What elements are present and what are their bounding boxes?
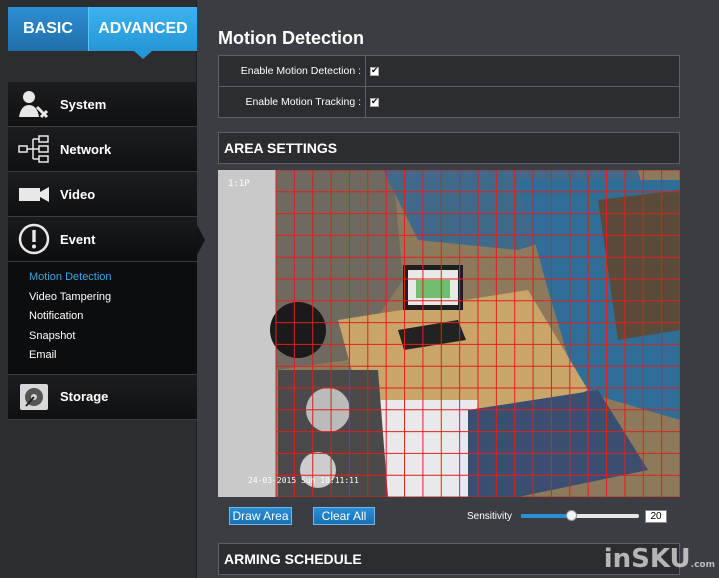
network-icon [8, 127, 60, 172]
submenu-snapshot[interactable]: Snapshot [8, 327, 197, 347]
sensitivity-value[interactable]: 20 [645, 510, 667, 523]
sidebar-item-storage[interactable]: Storage [8, 374, 197, 420]
enable-motion-cell [365, 55, 680, 87]
sidebar-item-video[interactable]: Video [8, 172, 197, 217]
sidebar-item-label: Video [60, 186, 96, 202]
sidebar-item-label: System [60, 96, 107, 112]
submenu-notification[interactable]: Notification [8, 307, 197, 327]
area-controls: Draw Area Clear All Sensitivity 20 [218, 506, 680, 526]
enable-tracking-label: Enable Motion Tracking : [218, 86, 366, 118]
sidebar-item-network[interactable]: Network [8, 127, 197, 172]
camera-osd-label: 1:1P [228, 179, 250, 189]
watermark-text: inSKU [603, 544, 691, 574]
sidebar-item-event[interactable]: Event [8, 217, 205, 262]
motion-area-grid [275, 170, 680, 497]
option-row: Enable Motion Tracking : [218, 86, 680, 118]
mode-tabs: BASIC ADVANCED [8, 7, 197, 59]
submenu-video-tampering[interactable]: Video Tampering [8, 288, 197, 308]
system-icon [8, 82, 60, 127]
watermark-logo: inSKU.com [604, 544, 715, 574]
enable-tracking-checkbox[interactable] [370, 96, 379, 107]
submenu-motion-detection[interactable]: Motion Detection [8, 268, 197, 288]
slider-fill [521, 514, 571, 518]
sidebar-item-label: Event [60, 231, 96, 247]
sidebar: BASIC ADVANCED System Network Video Even… [0, 0, 205, 578]
option-row: Enable Motion Detection : [218, 55, 680, 87]
event-submenu: Motion Detection Video Tampering Notific… [8, 262, 197, 375]
camera-view-motion-grid[interactable]: 1:1P 24-03-2015 Sun 10:11:11 [218, 170, 680, 497]
clear-all-button[interactable]: Clear All [313, 507, 375, 525]
page-title: Motion Detection [218, 28, 364, 48]
sensitivity-label: Sensitivity [467, 511, 513, 522]
alert-icon [8, 217, 60, 262]
tab-basic[interactable]: BASIC [8, 7, 88, 51]
motion-options-table: Enable Motion Detection : Enable Motion … [218, 55, 680, 118]
submenu-email[interactable]: Email [8, 346, 197, 366]
area-settings-header: AREA SETTINGS [218, 132, 680, 164]
enable-motion-checkbox[interactable] [370, 65, 379, 76]
tab-advanced[interactable]: ADVANCED [88, 7, 197, 59]
sidebar-item-label: Network [60, 141, 112, 157]
enable-tracking-cell [365, 86, 680, 118]
enable-motion-label: Enable Motion Detection : [218, 55, 366, 87]
slider-handle[interactable] [565, 510, 577, 521]
sidebar-item-label: Storage [60, 389, 109, 404]
storage-disk-icon [8, 374, 60, 419]
sidebar-menu: System Network Video Event Motion Detect… [8, 82, 205, 420]
camera-osd-timestamp: 24-03-2015 Sun 10:11:11 [248, 476, 359, 485]
sidebar-item-system[interactable]: System [8, 82, 197, 127]
video-camera-icon [8, 172, 60, 217]
watermark-suffix: .com [690, 560, 715, 570]
draw-area-button[interactable]: Draw Area [229, 507, 292, 525]
sensitivity-slider[interactable] [521, 510, 639, 521]
